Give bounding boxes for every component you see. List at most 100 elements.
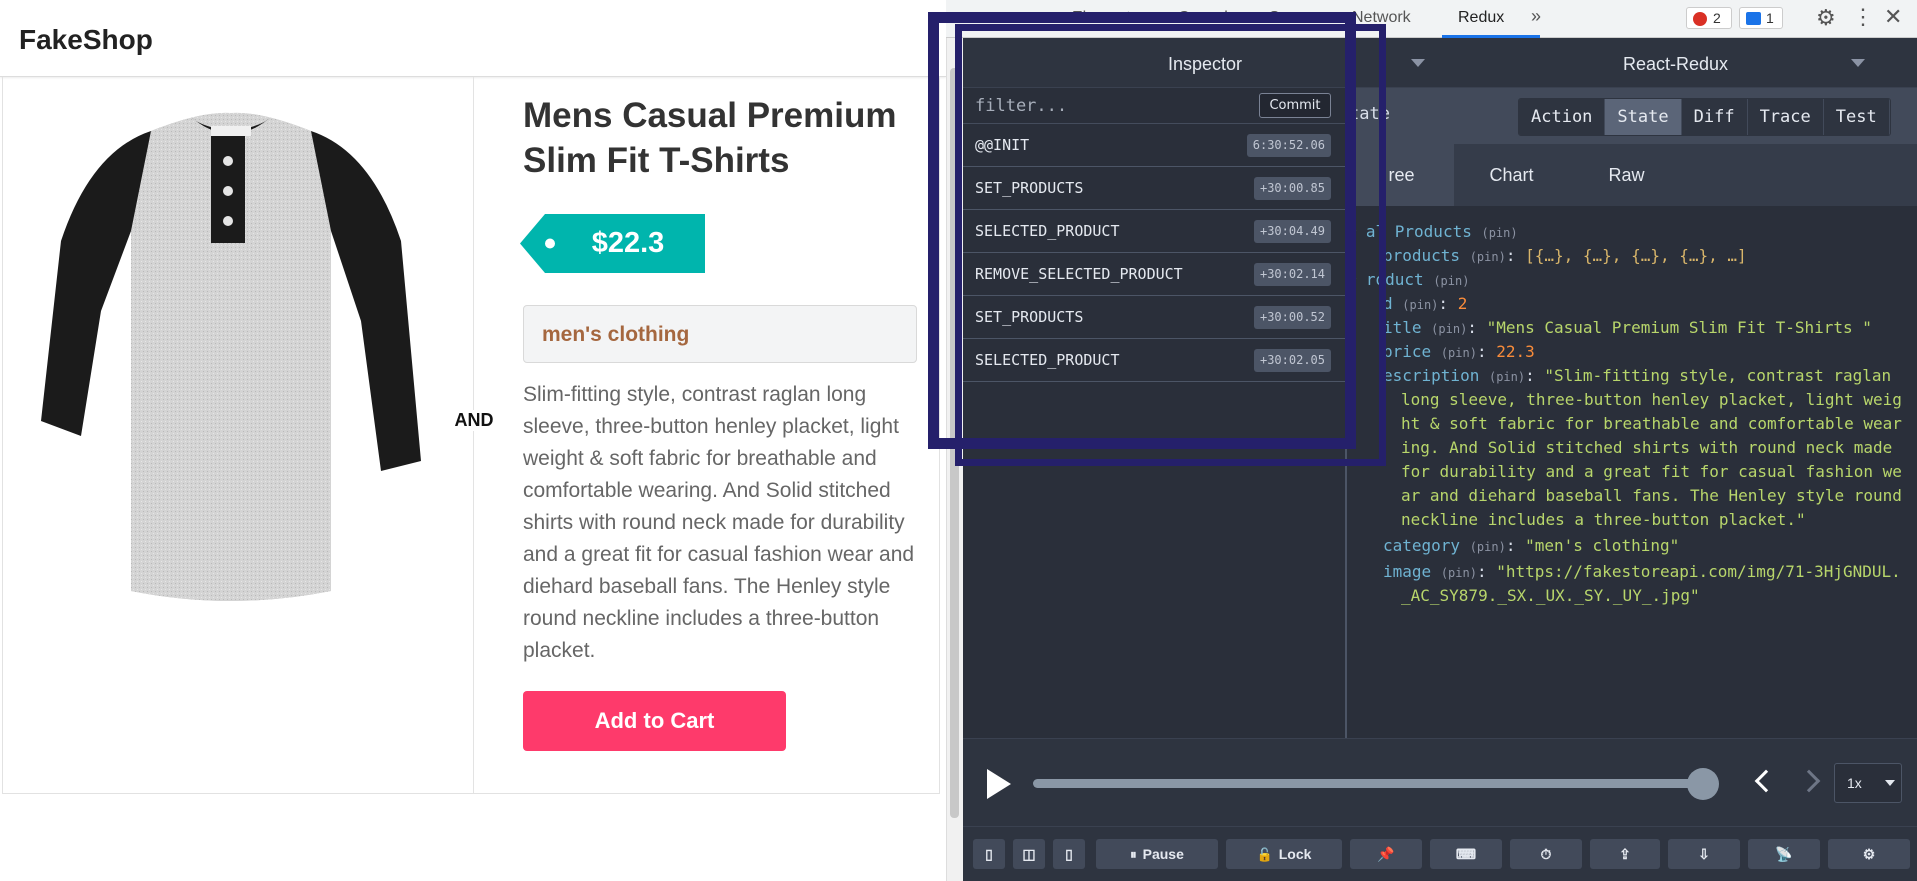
- node-value-line: for durability and a great fit for casua…: [1401, 462, 1902, 481]
- step-forward-icon[interactable]: [1797, 769, 1821, 793]
- step-back-icon[interactable]: [1754, 769, 1778, 793]
- filter-input[interactable]: [975, 94, 1235, 118]
- pin-label[interactable]: (pin): [1470, 250, 1506, 264]
- action-item[interactable]: @@INIT 6:30:52.06: [963, 124, 1347, 167]
- monitor-title[interactable]: React-Redux: [1623, 54, 1728, 75]
- shop-header: FakeShop: [0, 0, 946, 77]
- category-text: men's clothing: [542, 323, 690, 346]
- close-icon[interactable]: ✕: [1884, 4, 1902, 30]
- tree-node[interactable]: category (pin): "men's clothing": [1383, 534, 1679, 559]
- timer-off-icon[interactable]: ⏱: [1510, 839, 1582, 869]
- action-item[interactable]: SELECTED_PRODUCT +30:02.05: [963, 339, 1347, 382]
- pin-label[interactable]: (pin): [1402, 298, 1438, 312]
- tab-state[interactable]: State: [1605, 99, 1682, 135]
- keyboard-icon[interactable]: ⌨: [1430, 839, 1502, 869]
- page-scrollbar-thumb[interactable]: [950, 68, 959, 818]
- action-item[interactable]: SET_PRODUCTS +30:00.52: [963, 296, 1347, 339]
- expand-triangle-icon[interactable]: ▼: [1349, 274, 1356, 288]
- tab-chart[interactable]: Chart: [1454, 144, 1569, 206]
- brand-logo[interactable]: FakeShop: [19, 24, 153, 56]
- pin-icon[interactable]: 📌: [1350, 839, 1422, 869]
- pause-button[interactable]: ⏸ Pause: [1096, 839, 1218, 869]
- product-card: AND Mens Casual Premium Slim Fit T-Shirt…: [2, 77, 940, 794]
- tab-trace[interactable]: Trace: [1747, 99, 1824, 135]
- action-item[interactable]: REMOVE_SELECTED_PRODUCT +30:02.14: [963, 253, 1347, 296]
- node-value-line: long sleeve, three-button henley placket…: [1401, 390, 1902, 409]
- node-value: 2: [1457, 294, 1468, 313]
- add-to-cart-button[interactable]: Add to Cart: [523, 691, 786, 751]
- pin-label[interactable]: (pin): [1433, 274, 1469, 288]
- inspector-title[interactable]: Inspector: [1168, 54, 1242, 75]
- action-time: +30:04.49: [1253, 220, 1331, 243]
- pin-label[interactable]: (pin): [1481, 226, 1517, 240]
- commit-button[interactable]: Commit: [1259, 93, 1331, 118]
- chevron-down-icon: [1885, 780, 1895, 786]
- action-list: Commit @@INIT 6:30:52.06 SET_PRODUCTS +3…: [963, 88, 1347, 738]
- tree-node[interactable]: d (pin): 2: [1383, 292, 1467, 317]
- filter-row: Commit: [963, 88, 1347, 124]
- tree-node[interactable]: ▼ roduct (pin): [1349, 268, 1469, 293]
- settings-icon[interactable]: ⚙: [1828, 839, 1910, 869]
- tab-elements[interactable]: Elements: [1072, 9, 1139, 27]
- chevron-down-icon[interactable]: [1411, 59, 1425, 67]
- action-time: +30:00.85: [1253, 177, 1331, 200]
- layout-split-icon[interactable]: ◫: [1013, 839, 1045, 869]
- product-description: Slim-fitting style, contrast raglan long…: [523, 383, 915, 662]
- tree-node[interactable]: ▼ al Products (pin): [1349, 220, 1518, 245]
- action-name: SELECTED_PRODUCT: [975, 222, 1120, 240]
- pin-label[interactable]: (pin): [1441, 346, 1477, 360]
- node-value-line: ht & soft fabric for breathable and comf…: [1401, 414, 1902, 433]
- tab-raw[interactable]: Raw: [1569, 144, 1684, 206]
- timeline-track[interactable]: [1033, 779, 1703, 788]
- tree-node[interactable]: image (pin): "https://fakestoreapi.com/i…: [1383, 560, 1901, 585]
- shop-page: FakeShop AND Mens Casual Premium Slim Fi…: [0, 0, 946, 881]
- action-item[interactable]: SET_PRODUCTS +30:00.85: [963, 167, 1347, 210]
- expand-triangle-icon[interactable]: ▼: [1349, 226, 1356, 240]
- tab-test[interactable]: Test: [1823, 99, 1890, 135]
- tab-redux[interactable]: Redux: [1458, 9, 1504, 27]
- pin-label[interactable]: (pin): [1470, 540, 1506, 554]
- mode-tabs: Action State Diff Trace Test: [1518, 98, 1891, 136]
- timeline-handle[interactable]: [1687, 768, 1719, 800]
- double-chevron-icon[interactable]: »: [1531, 6, 1541, 27]
- state-pane: tate Action State Diff Trace Test ree Ch…: [1349, 88, 1917, 738]
- pin-label[interactable]: (pin): [1441, 566, 1477, 580]
- error-count-badge[interactable]: 2: [1686, 7, 1732, 29]
- layout-right-icon[interactable]: ▯: [1053, 839, 1085, 869]
- tab-tree[interactable]: ree: [1349, 144, 1454, 206]
- gear-icon[interactable]: ⚙: [1816, 5, 1836, 31]
- node-key: itle: [1383, 318, 1422, 337]
- tab-action[interactable]: Action: [1519, 99, 1606, 135]
- state-tree: ▼ al Products (pin) products (pin): [{…}…: [1349, 220, 1917, 720]
- lock-button[interactable]: 🔓 Lock: [1226, 839, 1342, 869]
- download-icon[interactable]: ⇩: [1668, 839, 1740, 869]
- action-item[interactable]: SELECTED_PRODUCT +30:04.49: [963, 210, 1347, 253]
- tab-console[interactable]: Console: [1178, 9, 1237, 27]
- error-icon: [1693, 12, 1707, 26]
- page-scrollbar[interactable]: [946, 38, 963, 881]
- node-value: "men's clothing": [1525, 536, 1680, 555]
- play-icon[interactable]: [987, 769, 1011, 799]
- tab-diff[interactable]: Diff: [1681, 99, 1748, 135]
- layout-left-icon[interactable]: ▯: [973, 839, 1005, 869]
- tree-node[interactable]: price (pin): 22.3: [1383, 340, 1535, 365]
- tree-node[interactable]: itle (pin): "Mens Casual Premium Slim Fi…: [1383, 316, 1872, 341]
- speed-select[interactable]: 1x: [1834, 763, 1902, 803]
- pin-label[interactable]: (pin): [1489, 370, 1525, 384]
- tree-node[interactable]: escription (pin): "Slim-fitting style, c…: [1383, 364, 1891, 389]
- kebab-menu-icon[interactable]: ⋮: [1852, 4, 1874, 30]
- action-time: 6:30:52.06: [1246, 134, 1331, 157]
- mode-label: tate: [1349, 104, 1390, 124]
- pin-label[interactable]: (pin): [1431, 322, 1467, 336]
- remote-icon[interactable]: 📡: [1748, 839, 1820, 869]
- message-count-badge[interactable]: 1: [1739, 7, 1783, 29]
- error-count: 2: [1713, 10, 1721, 26]
- chevron-down-icon[interactable]: [1851, 59, 1865, 67]
- message-icon: [1746, 12, 1761, 25]
- upload-icon[interactable]: ⇪: [1590, 839, 1660, 869]
- action-name: @@INIT: [975, 136, 1030, 154]
- tab-sources[interactable]: Sources: [1269, 9, 1328, 27]
- tab-network[interactable]: Network: [1352, 9, 1411, 27]
- tree-node[interactable]: products (pin): [{…}, {…}, {…}, {…}, …]: [1383, 244, 1747, 269]
- action-time: +30:02.05: [1253, 349, 1331, 372]
